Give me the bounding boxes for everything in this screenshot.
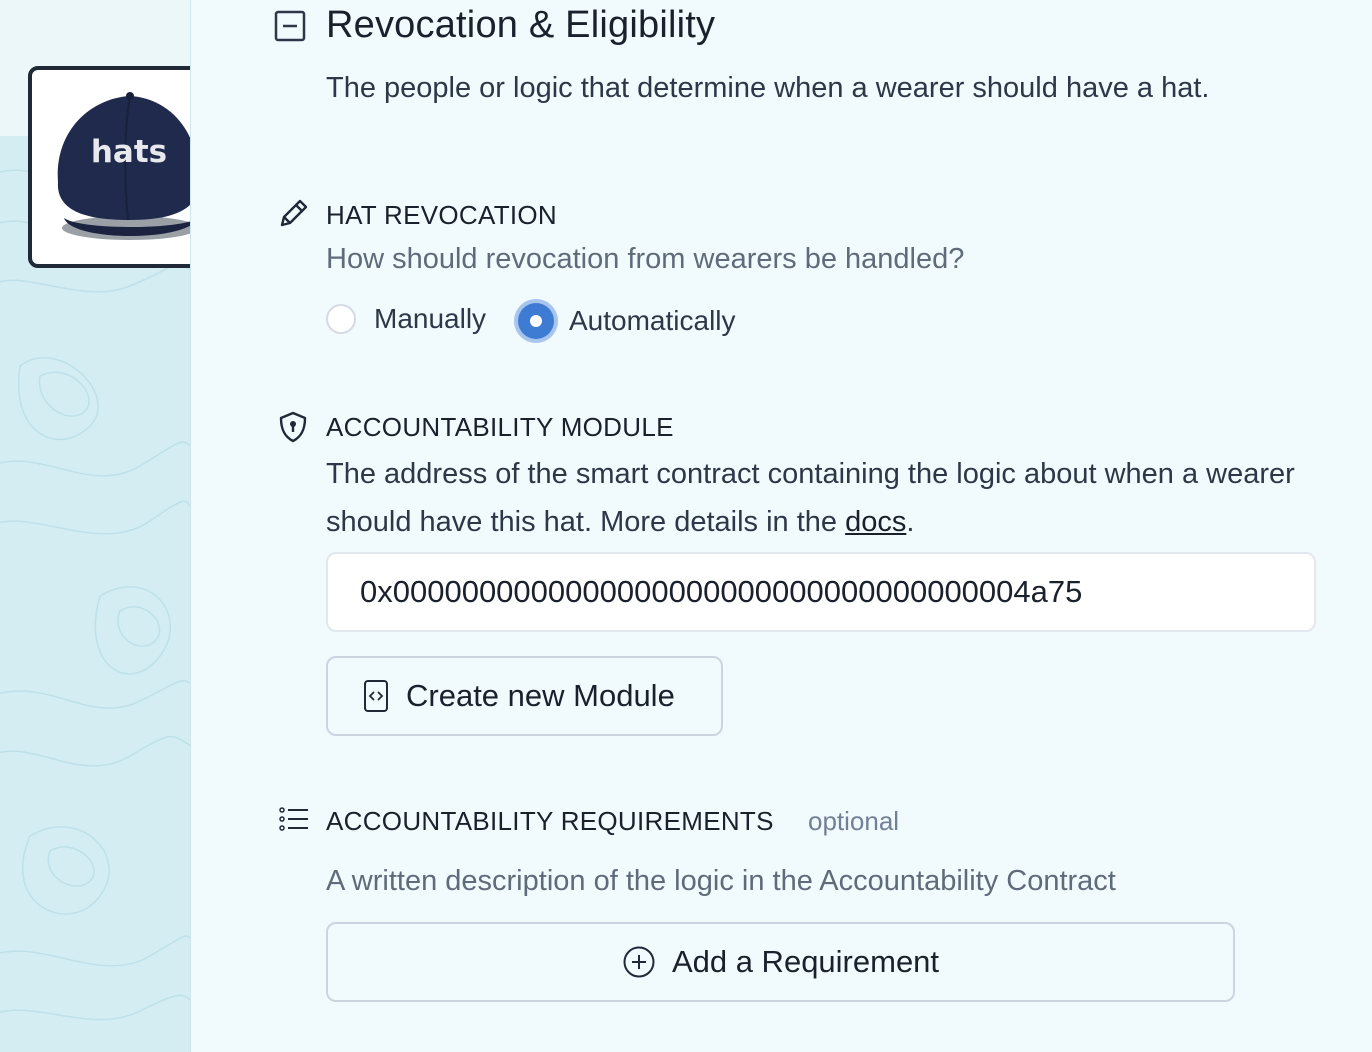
add-requirement-label[interactable]: Add a Requirement: [672, 944, 939, 980]
accountability-module-label: ACCOUNTABILITY MODULE: [326, 412, 674, 442]
topographic-pattern: [0, 154, 190, 1021]
radio-manually-label[interactable]: Manually: [374, 303, 486, 335]
list-icon: [278, 806, 312, 836]
radio-automatically[interactable]: [518, 303, 554, 339]
optional-tag: optional: [808, 806, 900, 836]
accountability-module-description: The address of the smart contract contai…: [326, 450, 1326, 546]
accountability-requirements-label: ACCOUNTABILITY REQUIREMENTS: [326, 806, 774, 836]
accountability-module-description-suffix: .: [906, 506, 915, 538]
radio-automatically-circle[interactable]: [518, 303, 554, 339]
section-description: The people or logic that determine when …: [326, 72, 1210, 104]
docs-link[interactable]: docs: [845, 506, 906, 538]
collapse-icon[interactable]: [274, 10, 306, 42]
accountability-module-description-text: The address of the smart contract contai…: [326, 458, 1295, 538]
hat-revocation-label: HAT REVOCATION: [326, 200, 558, 230]
section-title: Revocation & Eligibility: [326, 4, 716, 46]
create-new-module-button[interactable]: Create new Module: [326, 656, 723, 736]
sidebar: hats: [0, 0, 191, 1052]
hat-image: hats: [57, 92, 190, 240]
pencil-icon: [276, 197, 310, 231]
code-file-icon: [362, 679, 390, 713]
radio-automatically-label[interactable]: Automatically: [569, 305, 736, 337]
plus-circle-icon: [622, 945, 656, 979]
main-content: Revocation & Eligibility The people or l…: [190, 0, 1372, 1052]
svg-text:hats: hats: [91, 134, 167, 170]
radio-manually-circle[interactable]: [326, 304, 356, 334]
accountability-requirements-description: A written description of the logic in th…: [326, 865, 1116, 897]
add-requirement-button[interactable]: Add a Requirement: [326, 922, 1235, 1002]
shield-icon: [276, 410, 310, 444]
hat-revocation-question: How should revocation from wearers be ha…: [326, 243, 965, 275]
hat-image-card[interactable]: hats: [28, 66, 190, 268]
accountability-module-address-input[interactable]: [326, 552, 1316, 632]
radio-manually[interactable]: Manually: [326, 303, 486, 335]
create-new-module-label[interactable]: Create new Module: [406, 678, 675, 714]
